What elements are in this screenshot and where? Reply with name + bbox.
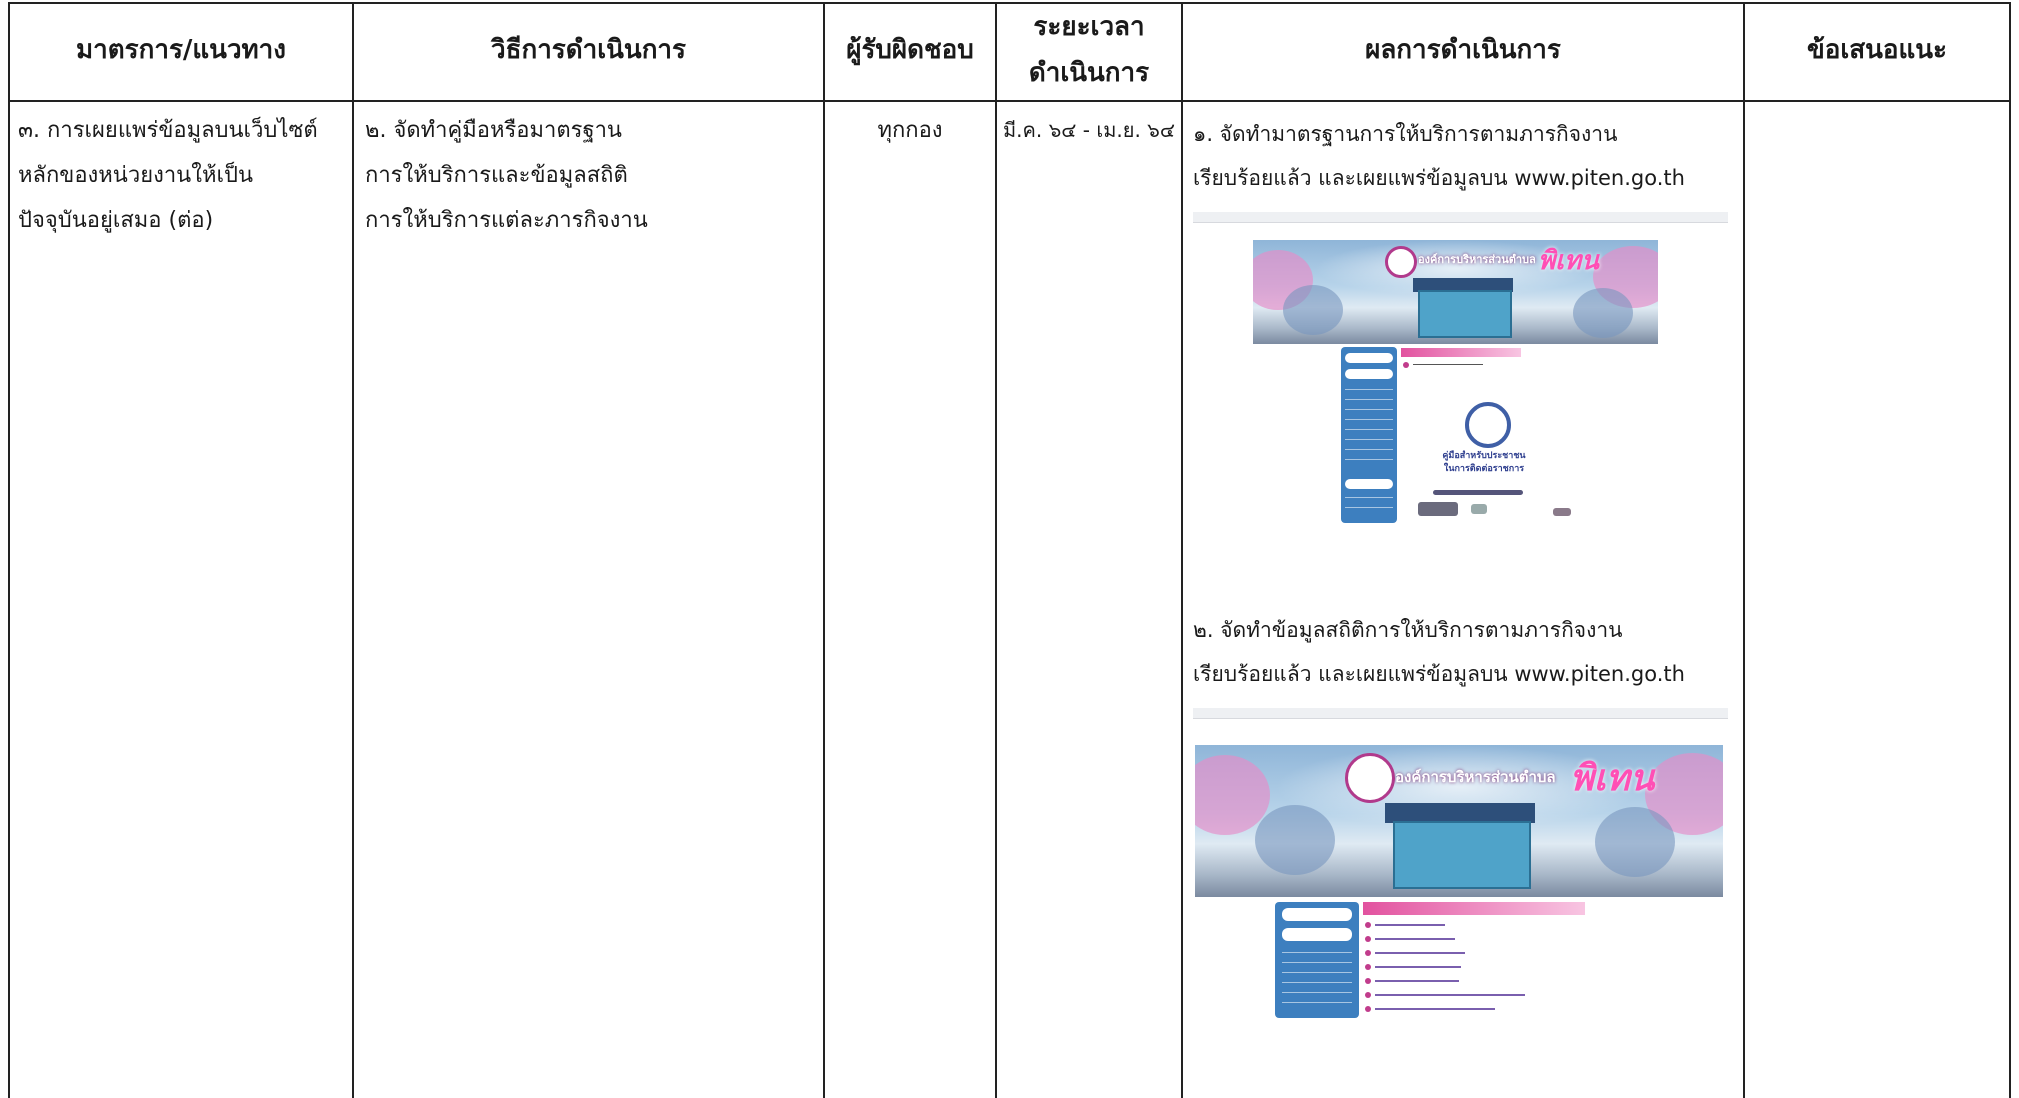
measure-line-2: หลักของหน่วยงานให้เป็น: [18, 163, 253, 188]
results-item2-line1: ๒. จัดทำข้อมูลสถิติการให้บริการตามภารกิจ…: [1193, 618, 1623, 642]
browser-toolbar: [1193, 708, 1728, 719]
table-right-border: [2009, 2, 2011, 1098]
building-image: [1393, 821, 1531, 889]
site-sidebar: [1341, 347, 1397, 523]
manual-title: คู่มือสำหรับประชาชน ในการติดต่อราชการ: [1429, 450, 1539, 476]
website-screenshot-standards: องค์การบริหารส่วนตำบล พิเทน คู่มือสำหรับ…: [1193, 212, 1728, 530]
building-image: [1418, 290, 1512, 338]
header-method-text: วิธีการดำเนินการ: [491, 35, 686, 65]
header-measure-text: มาตรการ/แนวทาง: [76, 35, 286, 65]
seal-logo: [1345, 753, 1395, 803]
results-item1-line1: ๑. จัดทำมาตรฐานการให้บริการตามภารกิจงาน: [1193, 122, 1618, 146]
col-divider-2: [823, 2, 825, 1098]
header-period: ระยะเวลา ดำเนินการ: [997, 0, 1181, 100]
responsible-cell: ทุกกอง: [825, 108, 995, 153]
seal-logo: [1385, 246, 1417, 278]
method-line-2: การให้บริการและข้อมูลสถิติ: [365, 163, 628, 188]
period-cell: มี.ค. ๖๔ - เม.ย. ๖๔: [997, 108, 1181, 153]
site-sidebar: [1275, 902, 1359, 1018]
banner-name: พิเทน: [1570, 758, 1655, 799]
results-item1-line2: เรียบร้อยแล้ว และเผยแพร่ข้อมูลบน www.pit…: [1193, 166, 1685, 190]
measure-line-3: ปัจจุบันอยู่เสมอ (ต่อ): [18, 208, 214, 233]
manual-seal-logo: [1465, 402, 1511, 448]
banner-title: องค์การบริหารส่วนตำบล: [1395, 768, 1556, 786]
website-screenshot-statistics: องค์การบริหารส่วนตำบล พิเทน: [1193, 708, 1728, 1023]
header-bottom-border: [8, 100, 2011, 102]
header-suggestion-text: ข้อเสนอแนะ: [1806, 35, 1948, 65]
header-period-line2: ดำเนินการ: [1028, 58, 1150, 88]
site-banner: องค์การบริหารส่วนตำบล พิเทน: [1253, 240, 1658, 344]
header-method: วิธีการดำเนินการ: [354, 0, 823, 100]
header-results-text: ผลการดำเนินการ: [1365, 35, 1561, 65]
table-left-border: [8, 2, 10, 1098]
content-title-bar: [1401, 348, 1521, 357]
method-cell: ๒. จัดทำคู่มือหรือมาตรฐาน การให้บริการแล…: [365, 108, 815, 243]
results-item1: ๑. จัดทำมาตรฐานการให้บริการตามภารกิจงาน …: [1193, 112, 1738, 200]
browser-toolbar: [1193, 212, 1728, 223]
method-line-1: ๒. จัดทำคู่มือหรือมาตรฐาน: [365, 118, 622, 143]
header-responsible: ผู้รับผิดชอบ: [825, 0, 995, 100]
header-measure: มาตรการ/แนวทาง: [10, 0, 352, 100]
header-results: ผลการดำเนินการ: [1183, 0, 1743, 100]
header-period-line1: ระยะเวลา: [1033, 12, 1145, 42]
manual-title-line1: คู่มือสำหรับประชาชน: [1442, 451, 1526, 461]
results-item2: ๒. จัดทำข้อมูลสถิติการให้บริการตามภารกิจ…: [1193, 608, 1738, 696]
header-suggestion: ข้อเสนอแนะ: [1745, 0, 2009, 100]
manual-title-line2: ในการติดต่อราชการ: [1443, 464, 1525, 474]
measure-line-1: ๓. การเผยแพร่ข้อมูลบนเว็บไซต์: [18, 118, 318, 143]
measure-cell: ๓. การเผยแพร่ข้อมูลบนเว็บไซต์ หลักของหน่…: [18, 108, 348, 243]
header-responsible-text: ผู้รับผิดชอบ: [846, 35, 974, 65]
col-divider-1: [352, 2, 354, 1098]
results-item2-line2: เรียบร้อยแล้ว และเผยแพร่ข้อมูลบน www.pit…: [1193, 662, 1685, 686]
responsible-text: ทุกกอง: [877, 118, 943, 143]
col-divider-3: [995, 2, 997, 1098]
banner-name: พิเทน: [1538, 246, 1599, 276]
col-divider-5: [1743, 2, 1745, 1098]
content-title-bar: [1363, 902, 1585, 915]
site-banner: องค์การบริหารส่วนตำบล พิเทน: [1195, 745, 1723, 897]
period-text: มี.ค. ๖๔ - เม.ย. ๖๔: [1002, 118, 1176, 142]
method-line-3: การให้บริการแต่ละภารกิจงาน: [365, 208, 648, 233]
banner-title: องค์การบริหารส่วนตำบล: [1418, 253, 1536, 266]
col-divider-4: [1181, 2, 1183, 1098]
